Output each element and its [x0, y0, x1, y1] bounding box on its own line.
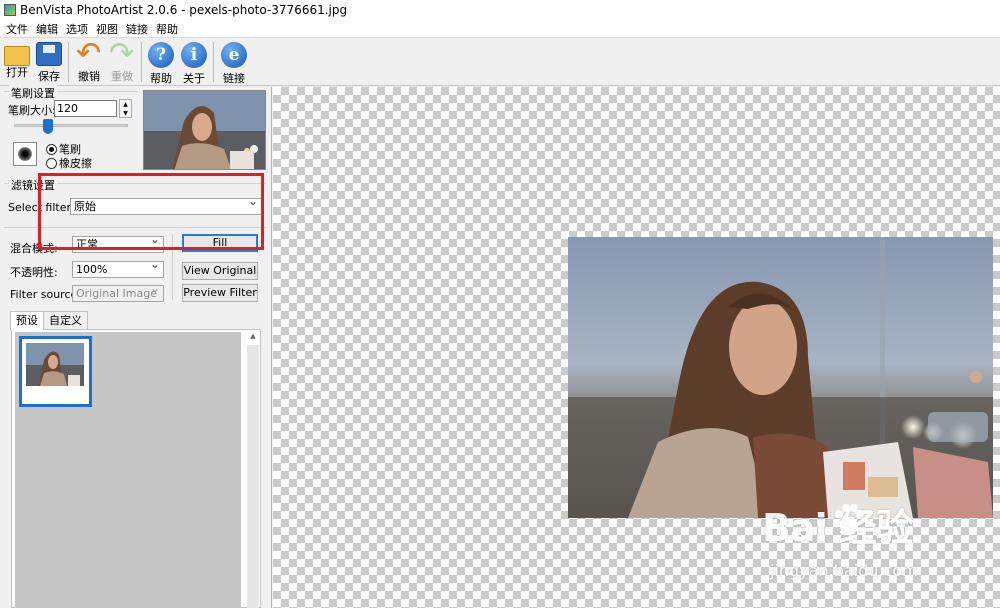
- eraser-radio-label: 橡皮擦: [59, 157, 92, 170]
- radio-unselected-icon: [46, 157, 57, 169]
- undo-icon: [76, 36, 102, 71]
- tab-presets[interactable]: 预设: [10, 311, 44, 330]
- main-photo[interactable]: [568, 237, 993, 518]
- save-label: 保存: [38, 70, 60, 83]
- tab-custom[interactable]: 自定义: [43, 311, 88, 329]
- help-label: 帮助: [150, 72, 172, 85]
- toolbar-separator: [68, 42, 69, 82]
- preview-thumbnail: [143, 90, 266, 170]
- save-icon: [36, 42, 62, 66]
- brush-size-stepper[interactable]: ▲ ▼: [119, 99, 132, 118]
- watermark-url: jingyan.baidu.com: [770, 561, 918, 580]
- portrait-photo: [568, 237, 993, 518]
- info-icon: i: [181, 42, 207, 68]
- baidu-watermark: Bai 经验 jingyan.baidu.com: [762, 497, 918, 580]
- baidu-paw-icon: [835, 504, 864, 535]
- brush-preview: [13, 142, 37, 166]
- eraser-radio[interactable]: 橡皮擦: [46, 155, 92, 171]
- thumbnail-photo: [144, 91, 265, 169]
- redo-button[interactable]: 重做: [105, 36, 139, 84]
- undo-button[interactable]: 撤销: [72, 36, 106, 84]
- brush-tip-icon: [18, 147, 32, 161]
- open-label: 打开: [6, 66, 28, 79]
- window-title: BenVista PhotoArtist 2.0.6 - pexels-phot…: [20, 3, 348, 17]
- opacity-label: 不透明性:: [10, 266, 58, 279]
- preview-filter-button[interactable]: Preview Filter: [182, 284, 258, 302]
- preset-thumbnail-photo: [26, 343, 84, 386]
- app-icon: [4, 4, 16, 16]
- filter-source-label: Filter source:: [10, 288, 81, 301]
- menu-file[interactable]: 文件: [4, 21, 34, 37]
- menu-link[interactable]: 链接: [124, 21, 154, 37]
- title-bar: BenVista PhotoArtist 2.0.6 - pexels-phot…: [0, 0, 1000, 20]
- settings-panel: 笔刷设置 笔刷大小: 120 ▲ ▼ 笔刷 橡皮擦 滤镜设置 Select fil…: [0, 85, 272, 608]
- toolbar-separator: [213, 42, 214, 82]
- brush-size-input[interactable]: 120: [54, 100, 117, 117]
- about-button[interactable]: i 关于: [177, 40, 211, 85]
- menu-help[interactable]: 帮助: [154, 21, 184, 37]
- toolbar-separator: [141, 42, 142, 82]
- view-original-button[interactable]: View Original: [182, 262, 258, 280]
- scroll-up-icon[interactable]: ▲: [247, 332, 259, 344]
- help-button[interactable]: ? 帮助: [144, 40, 178, 85]
- preset-scrollbar[interactable]: [247, 345, 259, 608]
- preset-list: ▲: [11, 329, 261, 608]
- link-icon: e: [221, 42, 247, 68]
- brush-size-slider[interactable]: [14, 124, 128, 127]
- radio-selected-icon: [46, 143, 57, 155]
- about-label: 关于: [183, 72, 205, 85]
- open-button[interactable]: 打开: [0, 40, 34, 84]
- opacity-dropdown[interactable]: 100%: [72, 257, 164, 278]
- menu-edit[interactable]: 编辑: [34, 21, 64, 37]
- menu-options[interactable]: 选项: [64, 21, 94, 37]
- menu-bar: 文件 编辑 选项 视图 链接 帮助: [0, 20, 1000, 38]
- save-button[interactable]: 保存: [32, 40, 66, 84]
- highlight-annotation: [38, 173, 264, 250]
- brush-settings-label: 笔刷设置: [9, 85, 57, 101]
- help-icon: ?: [148, 42, 174, 68]
- brush-size-label: 笔刷大小:: [8, 104, 56, 117]
- link-label: 链接: [223, 72, 245, 85]
- link-button[interactable]: e 链接: [217, 40, 251, 85]
- preset-tabs: 预设 自定义: [10, 311, 88, 330]
- menu-view[interactable]: 视图: [94, 21, 124, 37]
- brush-size-slider-thumb[interactable]: [43, 119, 54, 134]
- preset-grid: [15, 332, 241, 608]
- filter-source-dropdown[interactable]: Original Image: [72, 281, 164, 302]
- toolbar: 打开 保存 撤销 重做 ? 帮助 i 关于 e 链接: [0, 36, 1000, 86]
- preset-item[interactable]: [19, 336, 92, 407]
- redo-icon: [109, 36, 135, 71]
- folder-open-icon: [4, 46, 30, 66]
